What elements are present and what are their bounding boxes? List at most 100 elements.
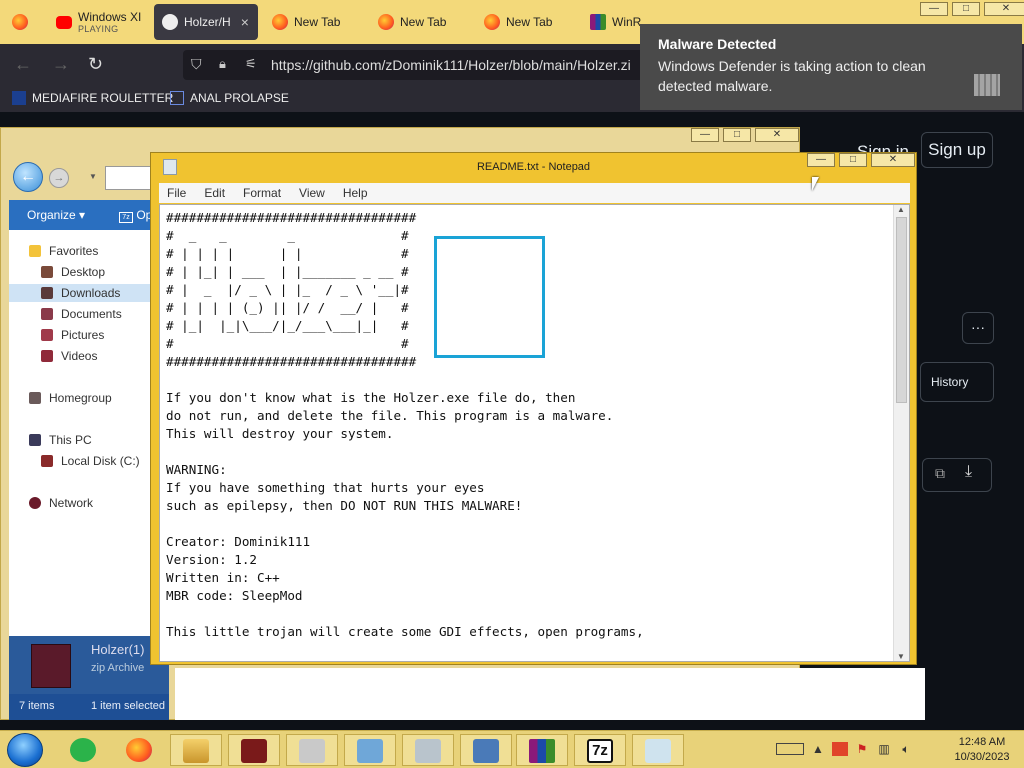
taskbar-notepad[interactable] <box>632 734 684 766</box>
tree-network[interactable]: Network <box>29 494 93 512</box>
file-type: zip Archive <box>91 662 145 674</box>
firefox-icon <box>126 738 152 762</box>
menu-edit[interactable]: Edit <box>204 186 225 200</box>
taskbar-winrar[interactable] <box>516 734 568 766</box>
close-icon[interactable]: × <box>241 14 249 30</box>
maximize-button[interactable]: □ <box>839 153 867 167</box>
menu-view[interactable]: View <box>299 186 325 200</box>
close-button[interactable]: ✕ <box>984 2 1024 16</box>
bookmark-2[interactable]: ANAL PROLAPSE <box>170 91 289 105</box>
firefox-menu-icon[interactable] <box>12 14 28 30</box>
menu-file[interactable]: File <box>167 186 186 200</box>
more-options-button[interactable]: ··· <box>962 312 994 344</box>
taskbar-recycle[interactable] <box>286 734 338 766</box>
minimize-button[interactable]: — <box>691 128 719 142</box>
tab-new-3[interactable]: New Tab <box>476 4 576 40</box>
navigation-pane: Favorites Desktop Downloads Documents Pi… <box>9 230 169 636</box>
close-button[interactable]: ✕ <box>871 153 915 167</box>
history-button[interactable]: History <box>920 362 994 402</box>
details-pane: Holzer(1) zip Archive <box>9 636 169 694</box>
firefox-icon <box>272 14 288 30</box>
taskbar-calculator[interactable] <box>402 734 454 766</box>
app-tray-icon[interactable] <box>832 742 848 756</box>
action-center-icon[interactable]: ⚑ <box>854 742 870 756</box>
sign-up-button[interactable]: Sign up <box>921 132 993 168</box>
back-button[interactable]: ← <box>13 162 43 192</box>
scroll-down-icon[interactable]: ▼ <box>897 652 905 661</box>
permissions-icon[interactable]: ⚟ <box>245 56 257 72</box>
taskbar-remote-desktop[interactable] <box>460 734 512 766</box>
taskbar: 7z ▲ ⚑ ▥ 🔈︎ 12:48 AM 10/30/2023 <box>0 730 1024 768</box>
taskbar-people[interactable] <box>344 734 396 766</box>
tab-title: Holzer/H <box>184 15 231 29</box>
system-clock[interactable]: 12:48 AM 10/30/2023 <box>950 735 1014 765</box>
tab-winrar[interactable]: WinRAR <box>582 4 642 40</box>
network-status-icon[interactable]: ▥ <box>876 742 892 756</box>
toast-title: Malware Detected <box>658 36 777 52</box>
tree-pictures[interactable]: Pictures <box>41 326 104 344</box>
tab-title: New Tab <box>506 15 553 29</box>
keyboard-icon[interactable] <box>776 743 804 755</box>
tree-downloads[interactable]: Downloads <box>9 284 169 302</box>
vertical-scrollbar[interactable]: ▲ ▼ <box>893 205 909 661</box>
menu-format[interactable]: Format <box>243 186 281 200</box>
minimize-button[interactable]: — <box>807 153 835 167</box>
scroll-up-icon[interactable]: ▲ <box>897 205 905 214</box>
download-icon[interactable]: ⤓ <box>965 463 972 481</box>
taskbar-file-explorer[interactable] <box>170 734 222 766</box>
organize-menu[interactable]: Organize ▾ <box>27 208 85 222</box>
organize-label: Organize <box>27 208 76 222</box>
volume-icon[interactable]: 🔈︎ <box>898 742 914 756</box>
tree-label: Documents <box>61 307 122 321</box>
tree-label: This PC <box>49 433 92 447</box>
chevron-down-icon[interactable]: ▼ <box>89 172 97 181</box>
maximize-button[interactable]: □ <box>952 2 980 16</box>
text-editor[interactable]: ################################# # _ _ … <box>159 204 910 662</box>
reload-icon[interactable]: ↻ <box>88 54 103 75</box>
url-text[interactable]: https://github.com/zDominik111/Holzer/bl… <box>271 57 651 73</box>
tab-title: New Tab <box>294 15 341 29</box>
desktop-icon <box>41 266 53 278</box>
tree-favorites[interactable]: Favorites <box>29 242 98 260</box>
lock-icon[interactable]: 🔒︎ <box>219 56 226 72</box>
tab-youtube[interactable]: Windows XI PLAYING <box>48 4 148 40</box>
tree-this-pc[interactable]: This PC <box>29 431 92 449</box>
tree-local-disk[interactable]: Local Disk (C:) <box>41 452 140 470</box>
tab-title: New Tab <box>400 15 447 29</box>
tree-videos[interactable]: Videos <box>41 347 97 365</box>
menu-help[interactable]: Help <box>343 186 368 200</box>
tree-label: Downloads <box>61 286 121 300</box>
start-button[interactable] <box>7 733 43 767</box>
maximize-button[interactable]: □ <box>723 128 751 142</box>
zip-file-icon <box>31 644 71 688</box>
clock-time: 12:48 AM <box>958 736 1006 748</box>
taskbar-firefox[interactable] <box>114 734 166 766</box>
close-button[interactable]: ✕ <box>755 128 799 142</box>
tree-homegroup[interactable]: Homegroup <box>29 389 112 407</box>
tab-new-2[interactable]: New Tab <box>370 4 470 40</box>
tab-github[interactable]: Holzer/H × <box>154 4 258 40</box>
tree-desktop[interactable]: Desktop <box>41 263 105 281</box>
youtube-icon <box>56 15 72 29</box>
open-with-button[interactable]: 7z Op <box>119 208 152 223</box>
taskbar-7zip[interactable]: 7z <box>574 734 626 766</box>
minimize-button[interactable]: — <box>920 2 948 16</box>
clock-date: 10/30/2023 <box>954 751 1010 763</box>
star-icon <box>29 245 41 257</box>
chevron-up-icon[interactable]: ▲ <box>810 742 826 756</box>
copy-icon[interactable]: ⧉ <box>935 465 945 482</box>
back-icon[interactable]: ← <box>14 54 32 75</box>
tab-new-1[interactable]: New Tab <box>264 4 364 40</box>
taskbar-game[interactable] <box>228 734 280 766</box>
notification-toast[interactable]: Malware Detected Windows Defender is tak… <box>640 24 1022 110</box>
taskbar-app-1[interactable] <box>56 734 108 766</box>
forward-button[interactable]: → <box>49 168 69 188</box>
shield-icon[interactable]: ⛉ <box>191 56 202 73</box>
tree-label: Videos <box>61 349 98 363</box>
scroll-thumb[interactable] <box>896 217 907 403</box>
bookmark-mediafire[interactable]: MEDIAFIRE ROULETTER <box>12 91 173 105</box>
address-bar[interactable]: ⛉ 🔒︎ ⚟ https://github.com/zDominik111/Ho… <box>183 50 663 80</box>
forward-icon[interactable]: → <box>52 54 70 75</box>
explorer-command-bar: Organize ▾ 7z Op <box>9 200 169 230</box>
tree-documents[interactable]: Documents <box>41 305 122 323</box>
